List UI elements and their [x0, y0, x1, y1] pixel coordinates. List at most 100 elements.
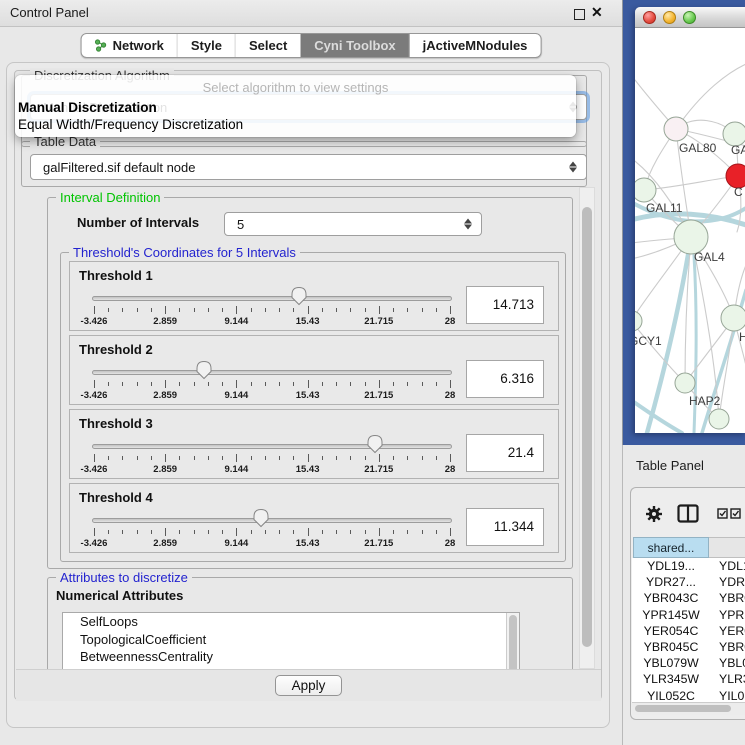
- slider-tick: [350, 456, 351, 460]
- network-node-gal11[interactable]: [635, 178, 656, 202]
- table-row[interactable]: YPR145WYPR1: [632, 607, 745, 623]
- node-label: GAL11: [646, 201, 683, 215]
- list-item-selfloops[interactable]: SelfLoops: [63, 613, 519, 631]
- tab-select[interactable]: Select: [235, 34, 300, 57]
- slider-tick: [279, 382, 280, 386]
- slider-tick-label: -3.426: [64, 390, 124, 401]
- slider-thumb[interactable]: [291, 286, 307, 306]
- slider-tick: [194, 308, 195, 312]
- slider-tick: [137, 530, 138, 534]
- network-node[interactable]: [709, 409, 729, 429]
- slider-tick-label: 21.715: [349, 316, 409, 327]
- slider-thumb[interactable]: [196, 360, 212, 380]
- cell-name: YBR0: [719, 590, 745, 606]
- slider-tick: [393, 308, 394, 312]
- numerical-attributes-list[interactable]: SelfLoopsTopologicalCoefficientBetweenne…: [62, 612, 520, 669]
- threshold-value-field[interactable]: 6.316: [466, 360, 544, 398]
- node-label: GAL80: [679, 141, 717, 155]
- table-row[interactable]: YER054CYER0: [632, 623, 745, 639]
- network-window-titlebar: [635, 7, 745, 28]
- slider-tick: [137, 308, 138, 312]
- combobox-stepper-icon: [464, 219, 472, 230]
- tab-style[interactable]: Style: [177, 34, 235, 57]
- cell-name: YDL1: [719, 558, 745, 574]
- table-row[interactable]: YBL079W YBL0: [632, 655, 745, 671]
- network-node-gal4[interactable]: [674, 220, 708, 254]
- tab-cyni-toolbox[interactable]: Cyni Toolbox: [300, 34, 408, 57]
- network-node-gcy1[interactable]: [635, 311, 642, 331]
- float-window-icon[interactable]: [574, 9, 585, 20]
- node-label: C: [734, 185, 743, 199]
- threshold-value-field[interactable]: 21.4: [466, 434, 544, 472]
- threshold-value-field[interactable]: 11.344: [466, 508, 544, 546]
- slider-tick: [222, 456, 223, 460]
- network-canvas[interactable]: GAL80GACGAL11GAL4GCY1HHAP2: [635, 28, 745, 433]
- slider-track[interactable]: [92, 296, 452, 301]
- scrollbar-thumb[interactable]: [635, 705, 731, 712]
- cell-shared-name: YPR145W: [633, 607, 709, 623]
- slider-tick: [393, 456, 394, 460]
- list-item-topologicalcoefficient[interactable]: TopologicalCoefficient: [63, 631, 519, 649]
- slider-track[interactable]: [92, 518, 452, 523]
- scrollbar-thumb[interactable]: [582, 207, 592, 647]
- table-body: YDL19...YDL1YDR27...YDR2YBR043CYBR0YPR14…: [632, 558, 745, 702]
- tab-network[interactable]: Network: [82, 34, 177, 57]
- tab-jactivemnodules[interactable]: jActiveMNodules: [409, 34, 541, 57]
- apply-button[interactable]: Apply: [275, 675, 343, 696]
- table-row[interactable]: YDL19...YDL1: [632, 558, 745, 574]
- slider-tick: [251, 382, 252, 386]
- slider-tick: [422, 382, 423, 386]
- top-tab-bar: NetworkStyleSelectCyni ToolboxjActiveMNo…: [81, 33, 542, 58]
- column-header-0[interactable]: shared...: [633, 537, 709, 558]
- list-item-betweennesscentrality[interactable]: BetweennessCentrality: [63, 648, 519, 666]
- close-traffic-light-icon[interactable]: [643, 11, 656, 24]
- slider-tick: [165, 528, 166, 536]
- slider-thumb[interactable]: [253, 508, 269, 528]
- dropdown-option-manual-discretization[interactable]: Manual Discretization: [15, 99, 576, 116]
- cell-shared-name: YBL079W: [633, 655, 709, 671]
- table-hscrollbar[interactable]: [632, 702, 745, 715]
- dropdown-option-equal-width-frequency-discretization[interactable]: Equal Width/Frequency Discretization: [15, 116, 576, 133]
- slider-track[interactable]: [92, 444, 452, 449]
- slider-track[interactable]: [92, 370, 452, 375]
- slider-tick: [122, 530, 123, 534]
- list-scrollbar[interactable]: [506, 613, 519, 669]
- slider-tick: [350, 382, 351, 386]
- slider-tick: [350, 530, 351, 534]
- slider-tick: [365, 530, 366, 534]
- scrollbar-thumb[interactable]: [509, 615, 517, 669]
- select-columns-checkbox-icon[interactable]: [717, 508, 728, 519]
- threshold-panel-2: Threshold 2-3.4262.8599.14415.4321.71528…: [69, 335, 559, 405]
- split-pane-icon[interactable]: [677, 504, 699, 523]
- table-row[interactable]: YLR345WYLR3: [632, 671, 745, 687]
- table-data-combobox[interactable]: galFiltered.sif default node: [30, 154, 587, 180]
- slider-tick: [94, 528, 95, 536]
- table-row[interactable]: YIL052CYIL0: [632, 688, 745, 703]
- minimize-traffic-light-icon[interactable]: [663, 11, 676, 24]
- number-of-intervals-combobox[interactable]: 5: [224, 212, 482, 236]
- slider-tick: [436, 456, 437, 460]
- table-row[interactable]: YBR045CYBR0: [632, 639, 745, 655]
- select-rows-checkbox-icon[interactable]: [730, 508, 741, 519]
- cell-name: YBL0: [719, 655, 745, 671]
- slider-tick: [151, 530, 152, 534]
- network-node-hap2[interactable]: [675, 373, 695, 393]
- slider-tick: [336, 530, 337, 534]
- zoom-traffic-light-icon[interactable]: [683, 11, 696, 24]
- close-icon[interactable]: ✕: [591, 4, 603, 21]
- network-node-gal80[interactable]: [664, 117, 688, 141]
- slider-tick-label: 9.144: [206, 538, 266, 549]
- cell-shared-name: YDR27...: [633, 574, 709, 590]
- network-node-h[interactable]: [721, 305, 745, 331]
- table-row[interactable]: YBR043CYBR0: [632, 590, 745, 606]
- dropdown-prompt: Select algorithm to view settings: [15, 75, 576, 99]
- table-row[interactable]: YDR27...YDR2: [632, 574, 745, 590]
- column-header-1[interactable]: na: [709, 537, 745, 558]
- panel-scrollbar[interactable]: [579, 187, 595, 669]
- gear-icon[interactable]: [644, 504, 664, 524]
- node-label: GCY1: [635, 334, 662, 348]
- threshold-value-field[interactable]: 14.713: [466, 286, 544, 324]
- slider-tick: [322, 382, 323, 386]
- slider-thumb[interactable]: [367, 434, 383, 454]
- slider-tick: [108, 530, 109, 534]
